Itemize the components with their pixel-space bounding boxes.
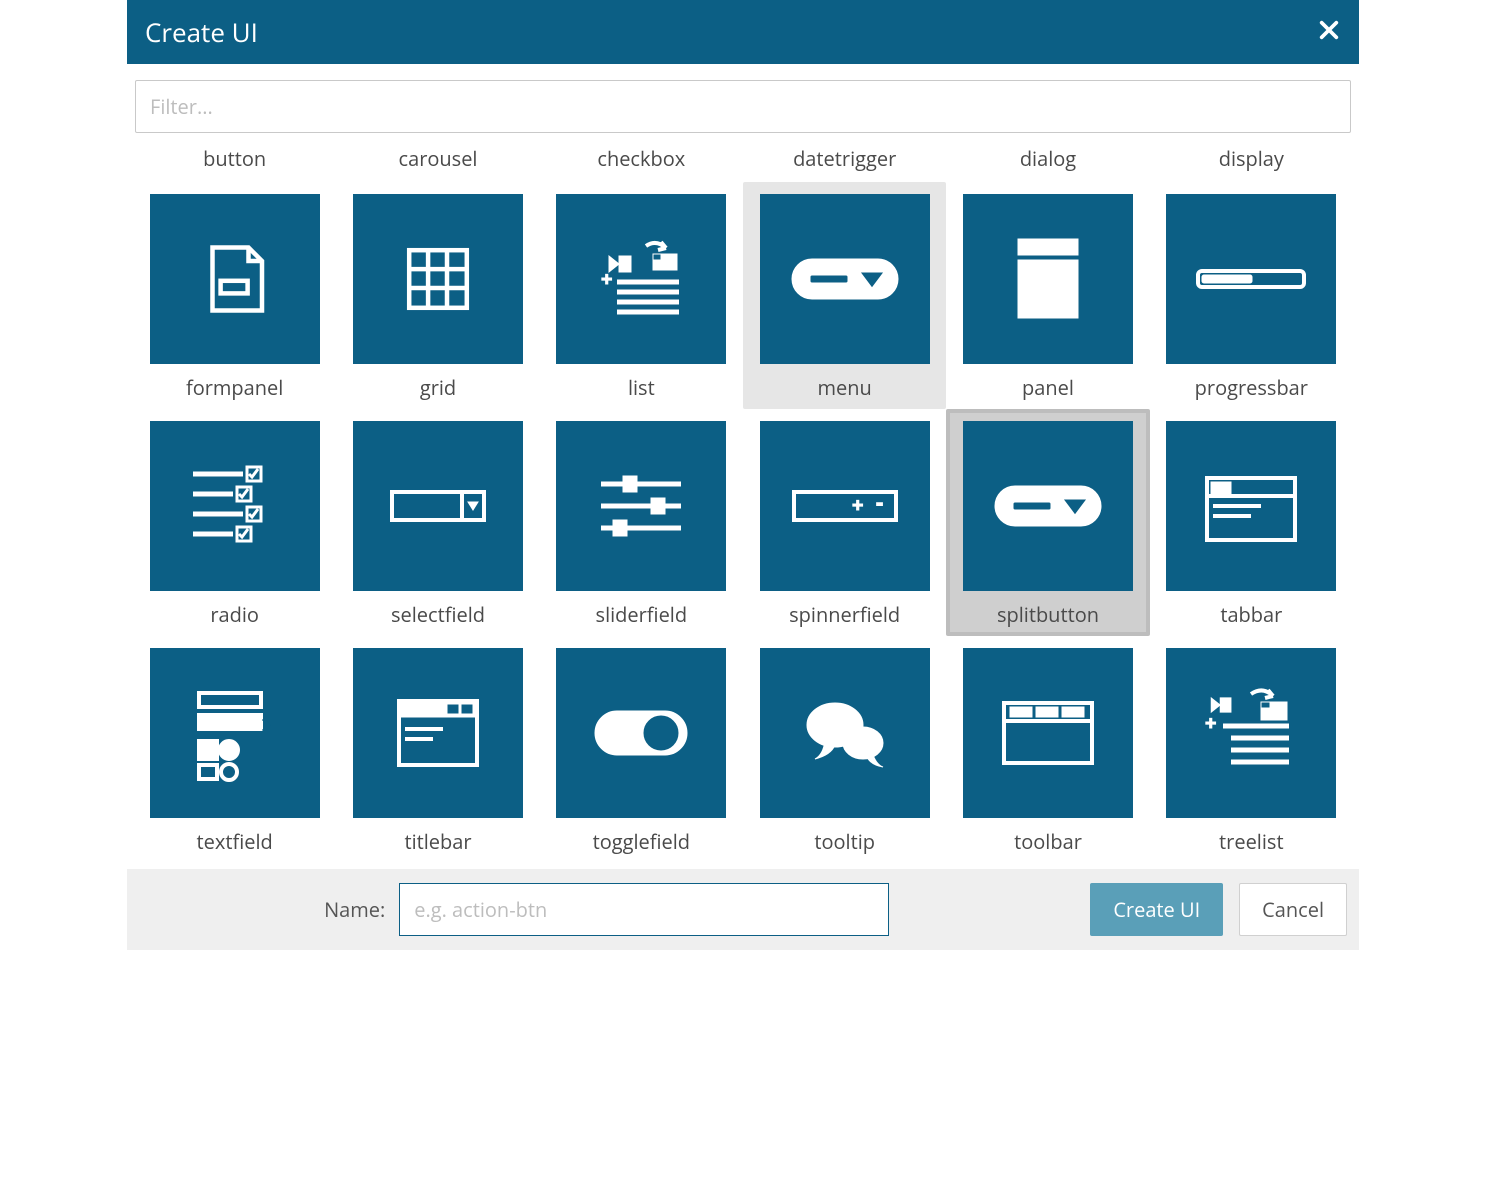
tile-label: progressbar bbox=[1195, 374, 1308, 401]
selectfield-icon bbox=[353, 421, 523, 591]
tile-label: togglefield bbox=[593, 828, 690, 855]
tile-label: menu bbox=[818, 374, 872, 401]
dialog-body: button carousel checkbox datetrigger dia… bbox=[127, 64, 1359, 863]
formpanel-icon bbox=[150, 194, 320, 364]
tile-label: titlebar bbox=[404, 828, 471, 855]
textfield-icon bbox=[150, 648, 320, 818]
tile-label: sliderfield bbox=[596, 601, 688, 628]
tile-treelist[interactable]: + treelist bbox=[1150, 636, 1353, 863]
menu-icon bbox=[760, 194, 930, 364]
filter-input[interactable] bbox=[135, 80, 1351, 133]
tile-formpanel[interactable]: formpanel bbox=[133, 182, 336, 409]
tile-label: textfield bbox=[197, 828, 273, 855]
tile-toolbar[interactable]: toolbar bbox=[946, 636, 1149, 863]
tile-togglefield[interactable]: togglefield bbox=[540, 636, 743, 863]
tile-label: selectfield bbox=[391, 601, 485, 628]
dialog-title: Create UI bbox=[145, 14, 258, 50]
list-icon: + bbox=[556, 194, 726, 364]
tile-panel[interactable]: panel bbox=[946, 182, 1149, 409]
name-field-group: Name: bbox=[139, 883, 1074, 936]
tile-label: tooltip bbox=[814, 828, 875, 855]
tile-selectfield[interactable]: selectfield bbox=[336, 409, 539, 636]
tile-sliderfield[interactable]: sliderfield bbox=[540, 409, 743, 636]
tile-label-dialog[interactable]: dialog bbox=[946, 139, 1149, 182]
tile-label: list bbox=[628, 374, 655, 401]
tile-label: splitbutton bbox=[997, 601, 1099, 628]
tile-label: panel bbox=[1022, 374, 1074, 401]
cancel-button[interactable]: Cancel bbox=[1239, 883, 1347, 936]
tooltip-icon bbox=[760, 648, 930, 818]
tile-label: spinnerfield bbox=[789, 601, 900, 628]
close-icon bbox=[1318, 19, 1340, 46]
tile-label-datetrigger[interactable]: datetrigger bbox=[743, 139, 946, 182]
svg-text:+: + bbox=[1205, 709, 1216, 736]
tile-menu[interactable]: menu bbox=[743, 182, 946, 409]
radio-icon bbox=[150, 421, 320, 591]
toolbar-icon bbox=[963, 648, 1133, 818]
progressbar-icon bbox=[1166, 194, 1336, 364]
sliderfield-icon bbox=[556, 421, 726, 591]
tile-label: tabbar bbox=[1220, 601, 1282, 628]
name-input[interactable] bbox=[399, 883, 889, 936]
tile-splitbutton[interactable]: splitbutton bbox=[946, 409, 1149, 636]
component-grid: formpanel grid + list bbox=[131, 182, 1355, 863]
grid-icon bbox=[353, 194, 523, 364]
tile-grid[interactable]: grid bbox=[336, 182, 539, 409]
tile-label: radio bbox=[210, 601, 259, 628]
tile-label: formpanel bbox=[186, 374, 283, 401]
panel-icon bbox=[963, 194, 1133, 364]
create-ui-dialog: Create UI button carousel checkbox datet… bbox=[127, 0, 1359, 950]
tile-label-checkbox[interactable]: checkbox bbox=[540, 139, 743, 182]
splitbutton-icon bbox=[963, 421, 1133, 591]
tile-progressbar[interactable]: progressbar bbox=[1150, 182, 1353, 409]
tile-label-button[interactable]: button bbox=[133, 139, 336, 182]
tile-textfield[interactable]: textfield bbox=[133, 636, 336, 863]
svg-text:+: + bbox=[601, 265, 612, 292]
tile-spinnerfield[interactable]: + - spinnerfield bbox=[743, 409, 946, 636]
spinnerfield-icon: + - bbox=[760, 421, 930, 591]
close-button[interactable] bbox=[1317, 20, 1341, 44]
dialog-header: Create UI bbox=[127, 0, 1359, 64]
tile-titlebar[interactable]: titlebar bbox=[336, 636, 539, 863]
svg-text:+: + bbox=[852, 491, 863, 518]
tile-label: treelist bbox=[1219, 828, 1284, 855]
tile-tabbar[interactable]: tabbar bbox=[1150, 409, 1353, 636]
togglefield-icon bbox=[556, 648, 726, 818]
partial-label-row: button carousel checkbox datetrigger dia… bbox=[131, 133, 1355, 182]
tile-radio[interactable]: radio bbox=[133, 409, 336, 636]
tile-list[interactable]: + list bbox=[540, 182, 743, 409]
name-label: Name: bbox=[324, 896, 385, 923]
svg-text:-: - bbox=[876, 487, 883, 517]
tile-label: toolbar bbox=[1014, 828, 1082, 855]
tile-label-carousel[interactable]: carousel bbox=[336, 139, 539, 182]
treelist-icon: + bbox=[1166, 648, 1336, 818]
titlebar-icon bbox=[353, 648, 523, 818]
tile-label: grid bbox=[420, 374, 456, 401]
tabbar-icon bbox=[1166, 421, 1336, 591]
create-ui-button[interactable]: Create UI bbox=[1090, 883, 1223, 936]
tile-tooltip[interactable]: tooltip bbox=[743, 636, 946, 863]
dialog-footer: Name: Create UI Cancel bbox=[127, 869, 1359, 950]
tile-label-display[interactable]: display bbox=[1150, 139, 1353, 182]
